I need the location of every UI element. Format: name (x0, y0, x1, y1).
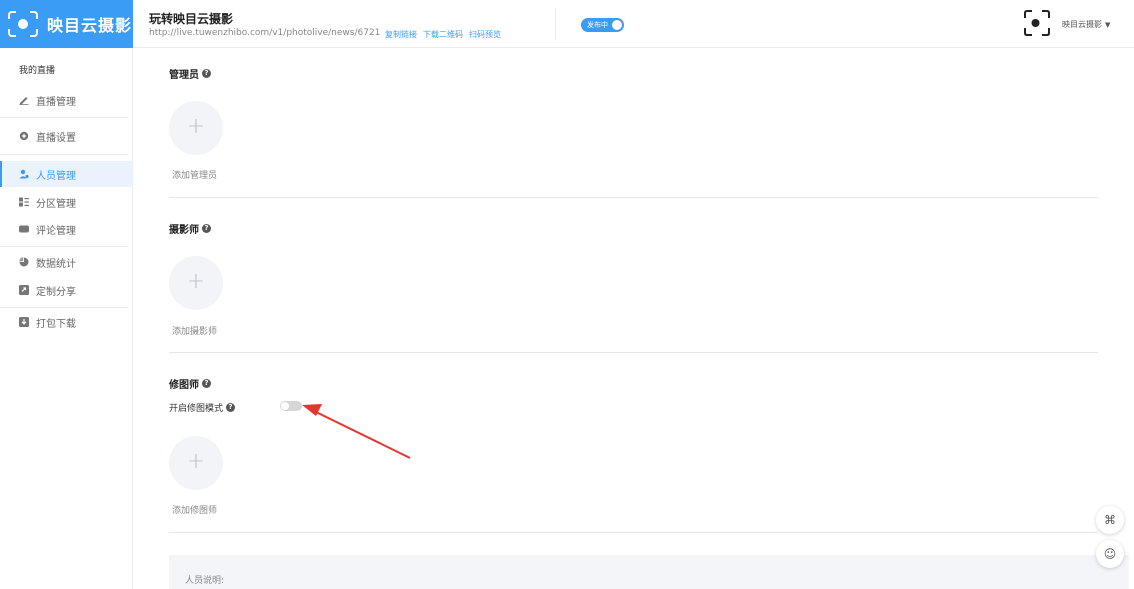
users-icon (19, 169, 29, 179)
section-title-text: 摄影师 (169, 225, 199, 236)
retouch-mode-text: 开启修图模式 (169, 404, 224, 414)
header-links: 复制链接 下载二维码 扫码预览 (385, 29, 501, 40)
pie-chart-icon (19, 257, 29, 267)
help-icon[interactable]: ? (202, 379, 211, 388)
sidebar-item-live-manage[interactable]: 直播管理 (0, 87, 133, 113)
page-title: 玩转映目云摄影 (149, 12, 234, 26)
help-icon[interactable]: ? (226, 403, 236, 412)
pencil-icon (19, 97, 29, 105)
add-admin-button[interactable]: + (169, 101, 223, 155)
sidebar-item-label: 分区管理 (36, 198, 76, 210)
add-retoucher-label: 添加修图师 (172, 506, 218, 516)
toggle-knob (612, 20, 622, 30)
add-retoucher-button[interactable]: + (169, 436, 223, 490)
section-divider (169, 532, 1098, 533)
sidebar-item-label: 打包下载 (36, 318, 76, 330)
section-divider (169, 352, 1098, 353)
sidebar-divider (0, 307, 128, 308)
scan-preview-button[interactable]: 扫码预览 (469, 29, 501, 40)
sidebar-item-label: 评论管理 (36, 225, 76, 237)
comment-icon (19, 225, 29, 233)
sidebar-item-custom-share[interactable]: 定制分享 (0, 277, 133, 303)
sidebar-item-partition-manage[interactable]: 分区管理 (0, 189, 133, 215)
top-header: 玩转映目云摄影 http://live.tuwenzhibo.com/v1/ph… (133, 0, 1134, 48)
brand-logo[interactable]: 映目云摄影 (0, 0, 133, 48)
add-admin-label: 添加管理员 (172, 171, 218, 181)
sidebar-item-label: 数据统计 (36, 258, 76, 270)
customer-service-icon: ☺ (1103, 547, 1117, 561)
sidebar-divider (0, 154, 128, 155)
chevron-down-icon: ▼ (1105, 21, 1111, 29)
publish-toggle-label: 发布中 (587, 21, 608, 29)
gear-icon (19, 131, 29, 141)
sidebar-item-label: 人员管理 (36, 170, 76, 182)
sidebar-divider (0, 246, 128, 247)
sidebar-divider (0, 117, 128, 118)
help-icon[interactable]: ? (202, 69, 211, 78)
photographer-section-title: 摄影师? (169, 221, 211, 236)
header-divider (555, 8, 556, 40)
main-content: 管理员? + 添加管理员 摄影师? + 添加摄影师 修图师? 开启修图模式? +… (133, 49, 1134, 589)
partition-icon (19, 197, 29, 207)
retouch-mode-label: 开启修图模式? (169, 401, 236, 414)
section-title-text: 管理员 (169, 70, 199, 81)
download-qrcode-button[interactable]: 下载二维码 (423, 29, 463, 40)
sidebar: 我的直播 直播管理 直播设置 人员管理 分区管理 评论管理 数据统计 定制分享 … (0, 48, 133, 589)
brand-name: 映目云摄影 (47, 16, 133, 35)
sidebar-item-label: 直播设置 (36, 132, 76, 144)
user-avatar-icon[interactable] (1024, 10, 1050, 36)
section-title-text: 修图师 (169, 380, 199, 391)
download-icon (19, 317, 29, 327)
add-photographer-button[interactable]: + (169, 256, 223, 310)
retoucher-section-title: 修图师? (169, 376, 211, 391)
retouch-mode-toggle[interactable] (280, 401, 302, 411)
apps-icon: ⌘ (1104, 513, 1116, 527)
section-divider (169, 197, 1098, 198)
copy-link-button[interactable]: 复制链接 (385, 29, 417, 40)
staff-notes-box[interactable]: 人员说明: (169, 555, 1129, 589)
apps-float-button[interactable]: ⌘ (1096, 506, 1124, 534)
admin-section-title: 管理员? (169, 66, 211, 81)
sidebar-item-pack-download[interactable]: 打包下载 (0, 309, 133, 335)
sidebar-item-comment-manage[interactable]: 评论管理 (0, 216, 133, 242)
sidebar-title: 我的直播 (19, 66, 56, 76)
live-url: http://live.tuwenzhibo.com/v1/photolive/… (149, 28, 381, 38)
toggle-knob (281, 402, 289, 410)
camera-frame-icon (8, 11, 38, 37)
sidebar-item-statistics[interactable]: 数据统计 (0, 249, 133, 275)
sidebar-item-staff-manage[interactable]: 人员管理 (0, 161, 133, 187)
sidebar-item-label: 直播管理 (36, 96, 76, 108)
add-photographer-label: 添加摄影师 (172, 327, 218, 337)
user-name: 映目云摄影 (1062, 20, 1102, 29)
sidebar-item-live-settings[interactable]: 直播设置 (0, 123, 133, 149)
share-icon (19, 285, 29, 295)
user-menu[interactable]: 映目云摄影 ▼ (1062, 19, 1110, 30)
sidebar-item-label: 定制分享 (36, 286, 76, 298)
publish-toggle[interactable]: 发布中 (581, 18, 624, 32)
staff-notes-label: 人员说明: (185, 576, 225, 586)
customer-service-button[interactable]: ☺ (1096, 540, 1124, 568)
help-icon[interactable]: ? (202, 224, 211, 233)
